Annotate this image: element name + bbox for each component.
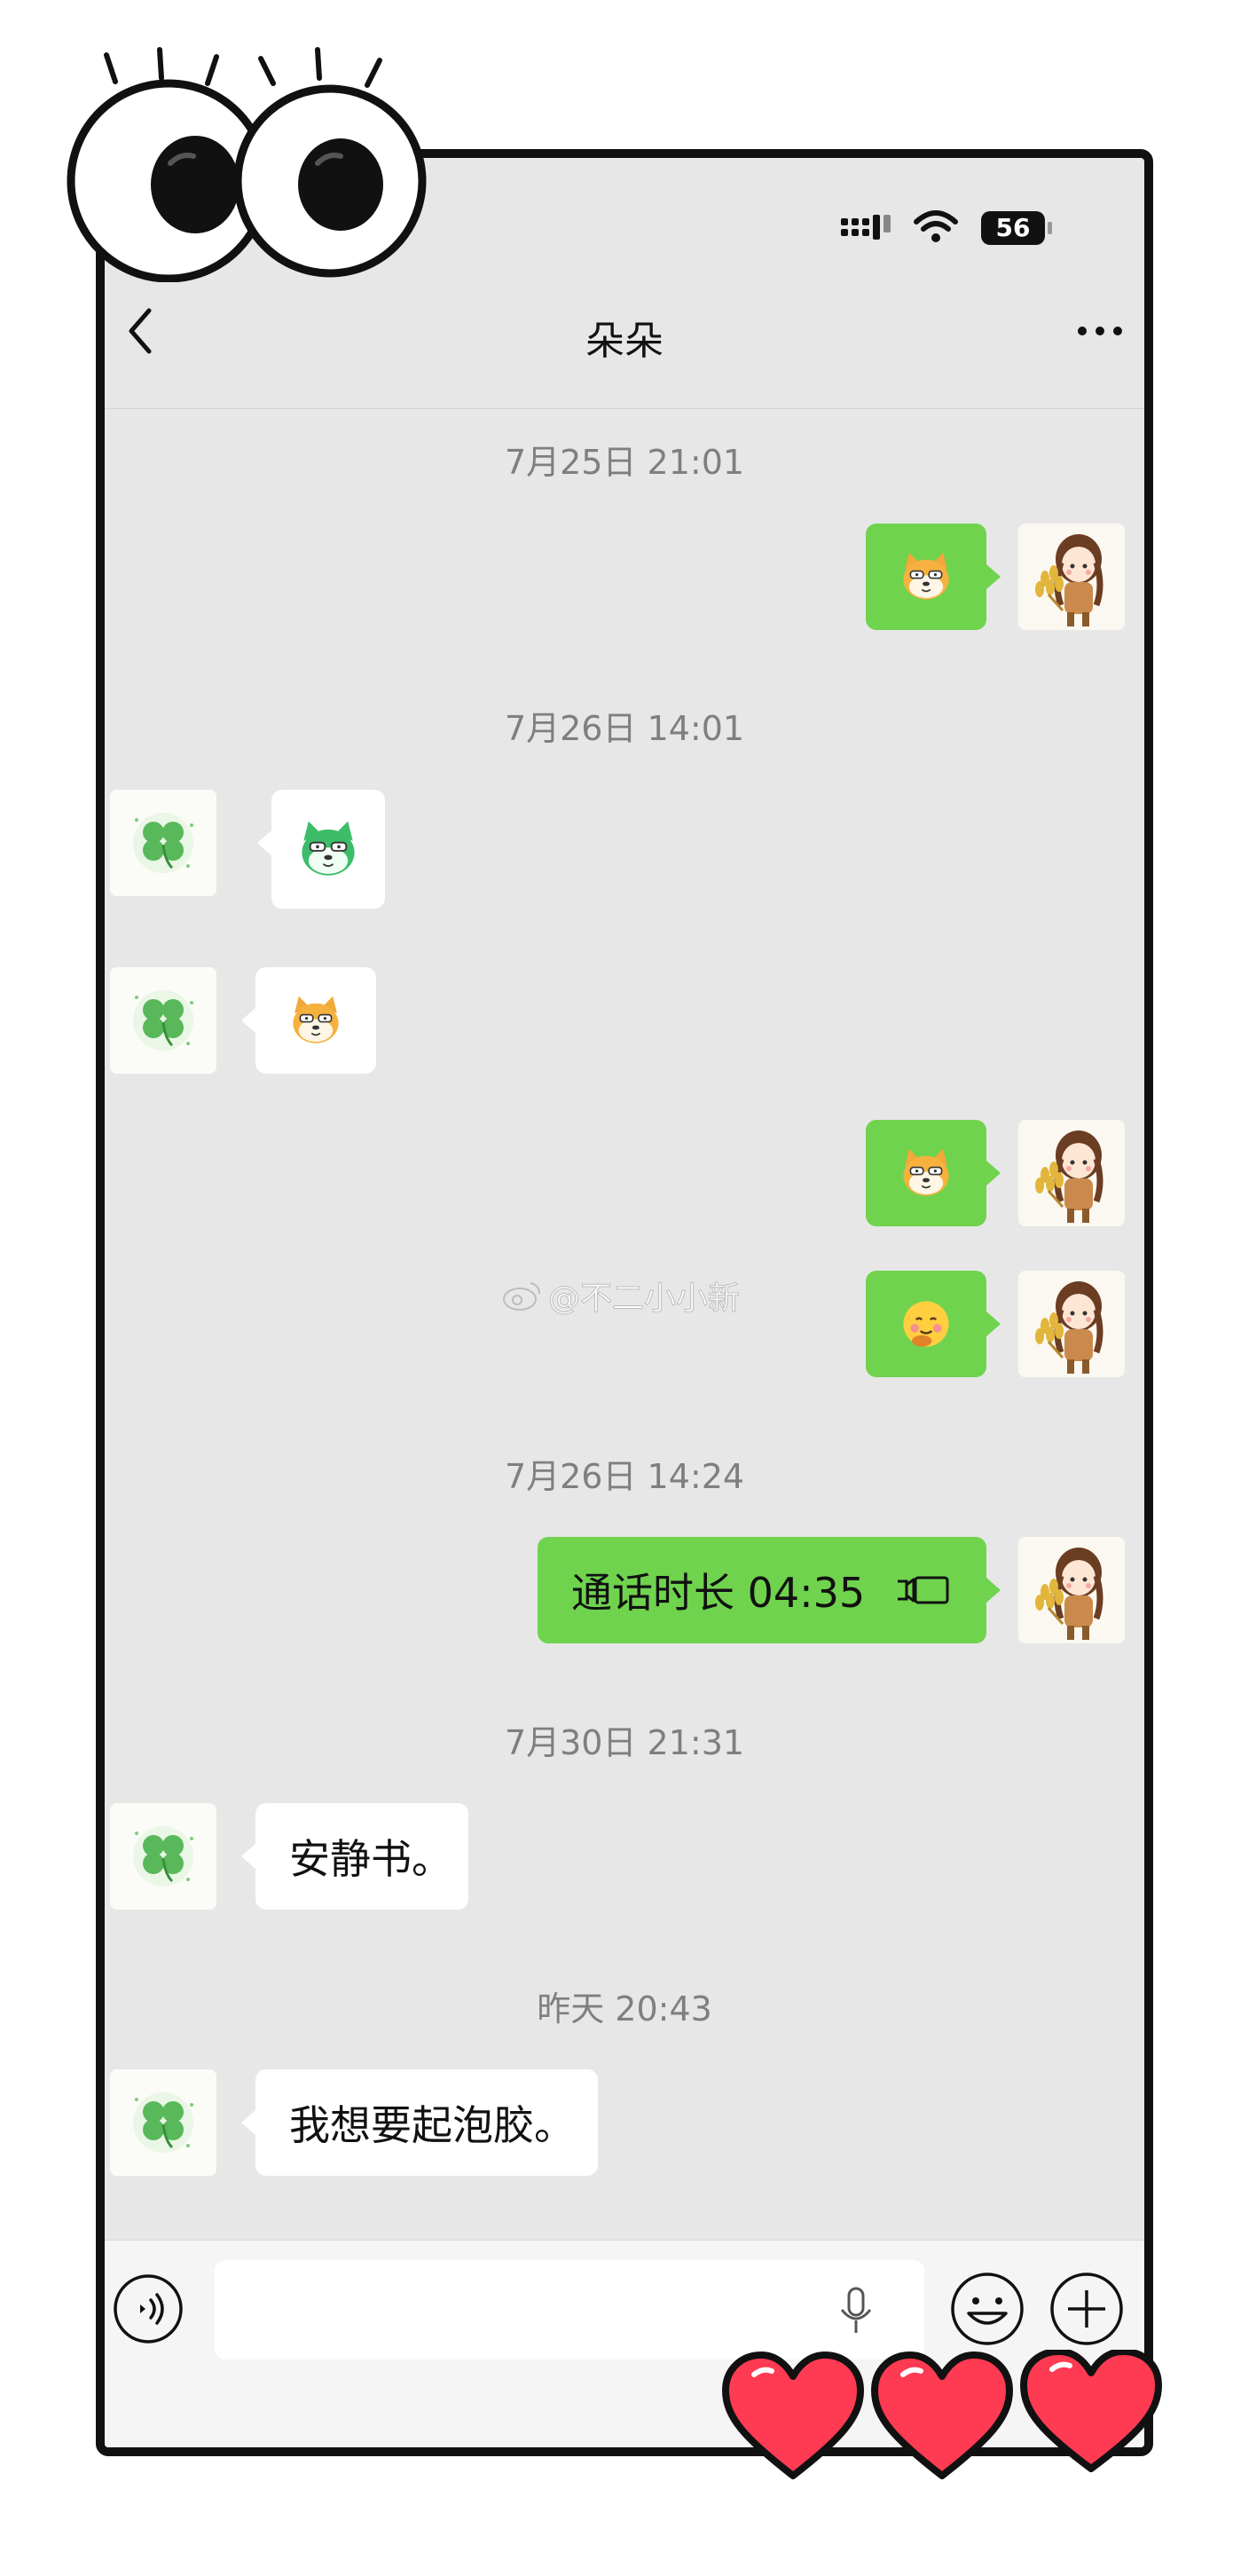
avatar-me[interactable] xyxy=(1018,524,1125,630)
watermark-text: @不二小小新 xyxy=(547,1280,741,1318)
voice-icon[interactable] xyxy=(112,2273,185,2345)
hearts-decoration xyxy=(722,2350,1162,2479)
bubble-tail xyxy=(257,831,271,855)
call-record-bubble[interactable]: 通话时长 04:35 xyxy=(538,1537,986,1643)
sent-sticker-bubble[interactable] xyxy=(866,1120,986,1226)
battery-icon: 56 xyxy=(981,211,1052,245)
avatar-me[interactable] xyxy=(1018,1120,1125,1226)
avatar-me[interactable] xyxy=(1018,1271,1125,1377)
message-text: 安静书。 xyxy=(289,1835,452,1883)
message-input[interactable] xyxy=(215,2260,924,2359)
avatar-contact[interactable] xyxy=(110,967,216,1074)
wifi-icon xyxy=(914,210,958,242)
avatar-contact[interactable] xyxy=(110,1803,216,1910)
weibo-icon xyxy=(503,1282,540,1311)
more-icon[interactable] xyxy=(1073,318,1127,344)
doge-sticker xyxy=(898,548,954,605)
chat-title: 朵朵 xyxy=(585,319,664,364)
mic-icon[interactable] xyxy=(834,2285,878,2338)
avatar-contact[interactable] xyxy=(110,2069,216,2176)
timestamp: 昨天 20:43 xyxy=(537,1989,712,2029)
received-sticker-bubble[interactable] xyxy=(255,967,376,1074)
call-icon xyxy=(898,1576,949,1604)
bubble-tail xyxy=(241,1844,255,1869)
bubble-tail xyxy=(986,564,1001,589)
message-text: 我想要起泡胶。 xyxy=(289,2101,575,2149)
bubble-tail xyxy=(986,1578,1001,1603)
received-text-bubble[interactable]: 我想要起泡胶。 xyxy=(255,2069,598,2176)
received-sticker-bubble[interactable] xyxy=(271,790,385,909)
bubble-tail xyxy=(986,1161,1001,1186)
plus-icon[interactable] xyxy=(1048,2271,1125,2347)
call-duration-text: 通话时长 04:35 xyxy=(571,1569,866,1617)
doge-sticker xyxy=(287,992,344,1049)
timestamp: 7月26日 14:24 xyxy=(504,1457,745,1496)
phone-frame: 56 朵朵 7月25日 21:01 7月26日 14:01 @不二小小新 7月2… xyxy=(96,149,1153,2456)
doge-sticker xyxy=(898,1145,954,1201)
watermark: @不二小小新 xyxy=(502,1272,741,1319)
avatar-me[interactable] xyxy=(1018,1537,1125,1643)
bubble-tail xyxy=(241,2110,255,2135)
emoji-icon[interactable] xyxy=(949,2271,1025,2347)
timestamp: 7月26日 14:01 xyxy=(504,709,745,748)
timestamp: 7月25日 21:01 xyxy=(504,443,745,482)
chat-header: 朵朵 xyxy=(105,264,1144,409)
received-text-bubble[interactable]: 安静书。 xyxy=(255,1803,468,1910)
signal-icon xyxy=(841,215,891,240)
timestamp: 7月30日 21:31 xyxy=(504,1723,745,1762)
hug-face-sticker xyxy=(898,1296,954,1352)
bubble-tail xyxy=(986,1312,1001,1336)
sent-sticker-bubble[interactable] xyxy=(866,1271,986,1377)
sent-sticker-bubble[interactable] xyxy=(866,524,986,630)
avatar-contact[interactable] xyxy=(110,790,216,896)
green-doge-sticker xyxy=(295,816,361,882)
bubble-tail xyxy=(241,1008,255,1033)
cartoon-eyes-decoration xyxy=(67,47,427,282)
